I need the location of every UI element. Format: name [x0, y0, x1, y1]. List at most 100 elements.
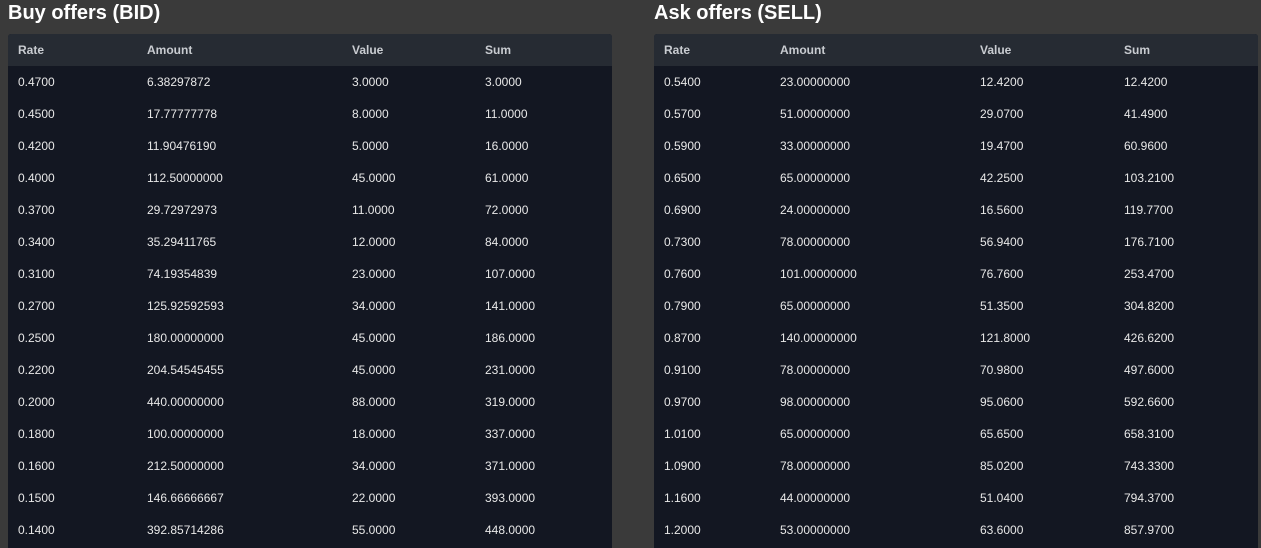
ask-cell-value: 85.0200	[980, 459, 1024, 473]
ask-cell-rate: 0.6900	[664, 203, 701, 217]
bid-table-row[interactable]: 0.1800 100.00000000 18.0000 337.0000	[8, 418, 612, 450]
bid-cell-value: 3.0000	[352, 75, 389, 89]
ask-table-row[interactable]: 0.9700 98.00000000 95.0600 592.6600	[654, 386, 1258, 418]
ask-cell-value: 42.2500	[980, 171, 1024, 185]
ask-table-row[interactable]: 1.0100 65.00000000 65.6500 658.3100	[654, 418, 1258, 450]
ask-cell-amount: 78.00000000	[780, 235, 851, 249]
ask-cell-value: 19.4700	[980, 139, 1024, 153]
bid-cell-value: 22.0000	[352, 491, 396, 505]
bid-cell-sum: 16.0000	[485, 139, 529, 153]
bid-cell-rate: 0.4500	[18, 107, 55, 121]
bid-cell-amount: 392.85714286	[147, 523, 224, 537]
ask-table-row[interactable]: 0.8700 140.00000000 121.8000 426.6200	[654, 322, 1258, 354]
bid-cell-value: 55.0000	[352, 523, 396, 537]
ask-cell-amount: 101.00000000	[780, 267, 857, 281]
ask-table-row[interactable]: 0.6500 65.00000000 42.2500 103.2100	[654, 162, 1258, 194]
ask-table-row[interactable]: 1.1600 44.00000000 51.0400 794.3700	[654, 482, 1258, 514]
ask-table-row[interactable]: 0.5700 51.00000000 29.0700 41.4900	[654, 98, 1258, 130]
ask-table-header: Rate Amount Value Sum	[654, 34, 1258, 66]
bid-cell-value: 11.0000	[352, 203, 395, 217]
ask-cell-sum: 426.6200	[1124, 331, 1175, 345]
ask-table-row[interactable]: 0.7600 101.00000000 76.7600 253.4700	[654, 258, 1258, 290]
ask-table-row[interactable]: 0.9100 78.00000000 70.9800 497.6000	[654, 354, 1258, 386]
ask-table-row[interactable]: 0.5400 23.00000000 12.4200 12.4200	[654, 66, 1258, 98]
ask-cell-amount: 33.00000000	[780, 139, 851, 153]
bid-cell-rate: 0.1400	[18, 523, 55, 537]
ask-table-row[interactable]: 1.0900 78.00000000 85.0200 743.3300	[654, 450, 1258, 482]
ask-cell-amount: 44.00000000	[780, 491, 851, 505]
bid-cell-value: 34.0000	[352, 299, 396, 313]
ask-table-row[interactable]: 0.5900 33.00000000 19.4700 60.9600	[654, 130, 1258, 162]
bid-cell-amount: 146.66666667	[147, 491, 224, 505]
bid-table-row[interactable]: 0.1500 146.66666667 22.0000 393.0000	[8, 482, 612, 514]
ask-cell-amount: 23.00000000	[780, 75, 851, 89]
bid-cell-value: 12.0000	[352, 235, 396, 249]
bid-cell-amount: 35.29411765	[147, 235, 217, 249]
bid-cell-amount: 6.38297872	[147, 75, 211, 89]
ask-header-sum[interactable]: Sum	[1114, 43, 1258, 57]
ask-cell-amount: 140.00000000	[780, 331, 857, 345]
ask-cell-sum: 176.7100	[1124, 235, 1175, 249]
ask-cell-value: 65.6500	[980, 427, 1024, 441]
bid-header-rate[interactable]: Rate	[8, 43, 137, 57]
ask-cell-value: 12.4200	[980, 75, 1024, 89]
ask-cell-value: 76.7600	[980, 267, 1024, 281]
ask-cell-rate: 0.7300	[664, 235, 701, 249]
ask-cell-sum: 12.4200	[1124, 75, 1168, 89]
bid-table-row[interactable]: 0.4700 6.38297872 3.0000 3.0000	[8, 66, 612, 98]
bid-cell-amount: 212.50000000	[147, 459, 224, 473]
bid-table-header: Rate Amount Value Sum	[8, 34, 612, 66]
ask-cell-value: 16.5600	[980, 203, 1024, 217]
ask-cell-sum: 253.4700	[1124, 267, 1175, 281]
bid-header-sum[interactable]: Sum	[475, 43, 612, 57]
ask-cell-rate: 1.1600	[664, 491, 701, 505]
ask-cell-sum: 103.2100	[1124, 171, 1175, 185]
bid-table-row[interactable]: 0.1400 392.85714286 55.0000 448.0000	[8, 514, 612, 546]
bid-table-row[interactable]: 0.4200 11.90476190 5.0000 16.0000	[8, 130, 612, 162]
bid-table-row[interactable]: 0.3700 29.72972973 11.0000 72.0000	[8, 194, 612, 226]
ask-cell-amount: 65.00000000	[780, 427, 851, 441]
ask-table-row[interactable]: 0.6900 24.00000000 16.5600 119.7700	[654, 194, 1258, 226]
bid-cell-rate: 0.2000	[18, 395, 55, 409]
bid-table-row[interactable]: 0.4500 17.77777778 8.0000 11.0000	[8, 98, 612, 130]
bid-cell-amount: 180.00000000	[147, 331, 224, 345]
bid-cell-value: 45.0000	[352, 331, 396, 345]
ask-table-row[interactable]: 0.7900 65.00000000 51.3500 304.8200	[654, 290, 1258, 322]
bid-cell-value: 88.0000	[352, 395, 396, 409]
bid-cell-sum: 393.0000	[485, 491, 536, 505]
bid-table-row[interactable]: 0.3100 74.19354839 23.0000 107.0000	[8, 258, 612, 290]
ask-cell-value: 29.0700	[980, 107, 1024, 121]
ask-panel-title: Ask offers (SELL)	[654, 2, 822, 24]
ask-table: Rate Amount Value Sum 0.5400 23.00000000 1…	[654, 34, 1258, 548]
bid-cell-sum: 448.0000	[485, 523, 536, 537]
ask-cell-rate: 0.9700	[664, 395, 701, 409]
bid-panel: Buy offers (BID) Rate Amount Value Sum 0…	[8, 0, 612, 548]
bid-table-row[interactable]: 0.2700 125.92592593 34.0000 141.0000	[8, 290, 612, 322]
bid-table-row[interactable]: 0.2200 204.54545455 45.0000 231.0000	[8, 354, 612, 386]
bid-cell-rate: 0.3100	[18, 267, 55, 281]
ask-header-amount[interactable]: Amount	[770, 43, 970, 57]
ask-cell-rate: 0.7900	[664, 299, 701, 313]
ask-cell-amount: 78.00000000	[780, 459, 851, 473]
bid-cell-value: 23.0000	[352, 267, 396, 281]
bid-header-amount[interactable]: Amount	[137, 43, 342, 57]
ask-header-value[interactable]: Value	[970, 43, 1114, 57]
bid-cell-value: 18.0000	[352, 427, 396, 441]
bid-cell-sum: 107.0000	[485, 267, 536, 281]
ask-cell-rate: 0.5900	[664, 139, 701, 153]
bid-table-row[interactable]: 0.2000 440.00000000 88.0000 319.0000	[8, 386, 612, 418]
bid-table-row[interactable]: 0.2500 180.00000000 45.0000 186.0000	[8, 322, 612, 354]
ask-header-rate[interactable]: Rate	[654, 43, 770, 57]
bid-header-value[interactable]: Value	[342, 43, 475, 57]
ask-cell-rate: 0.6500	[664, 171, 701, 185]
bid-table-row[interactable]: 0.4000 112.50000000 45.0000 61.0000	[8, 162, 612, 194]
bid-cell-amount: 440.00000000	[147, 395, 224, 409]
ask-table-row[interactable]: 1.2000 53.00000000 63.6000 857.9700	[654, 514, 1258, 546]
ask-table-row[interactable]: 0.7300 78.00000000 56.9400 176.7100	[654, 226, 1258, 258]
bid-table-row[interactable]: 0.1600 212.50000000 34.0000 371.0000	[8, 450, 612, 482]
bid-cell-sum: 371.0000	[485, 459, 536, 473]
bid-table-row[interactable]: 0.3400 35.29411765 12.0000 84.0000	[8, 226, 612, 258]
bid-cell-sum: 141.0000	[485, 299, 536, 313]
bid-cell-amount: 204.54545455	[147, 363, 224, 377]
ask-cell-value: 51.3500	[980, 299, 1024, 313]
